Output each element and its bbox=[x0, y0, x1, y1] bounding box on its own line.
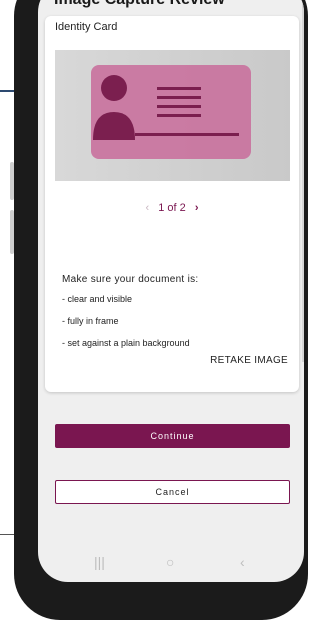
instructions-title: Make sure your document is: bbox=[62, 274, 199, 285]
chevron-left-icon[interactable]: ‹ bbox=[146, 202, 150, 214]
chevron-right-icon[interactable]: › bbox=[195, 202, 199, 214]
continue-button[interactable]: Continue bbox=[55, 424, 290, 448]
image-review-card: Identity Card ‹ 1 of 2 › Make sure your … bbox=[45, 16, 299, 392]
retake-image-button[interactable]: RETAKE IMAGE bbox=[210, 355, 288, 366]
home-icon[interactable]: ○ bbox=[166, 554, 174, 570]
card-title: Identity Card bbox=[55, 21, 118, 33]
back-icon[interactable]: ‹ bbox=[240, 554, 245, 570]
image-pager: ‹ 1 of 2 › bbox=[45, 202, 299, 214]
pager-label: 1 of 2 bbox=[158, 202, 186, 215]
phone-frame: Image Capture Review Identity Card bbox=[14, 0, 308, 620]
recents-icon[interactable]: ||| bbox=[94, 554, 105, 570]
captured-image bbox=[55, 50, 290, 181]
instruction-item: - fully in frame bbox=[62, 316, 119, 326]
id-card-icon bbox=[91, 65, 251, 159]
scrollbar[interactable] bbox=[302, 0, 304, 362]
instructions: Make sure your document is: - clear and … bbox=[62, 274, 199, 360]
system-navigation-bar: ||| ○ ‹ bbox=[38, 550, 304, 580]
instruction-item: - clear and visible bbox=[62, 294, 133, 304]
phone-screen: Image Capture Review Identity Card bbox=[38, 0, 304, 582]
instruction-item: - set against a plain background bbox=[62, 338, 190, 348]
page-title: Image Capture Review bbox=[54, 0, 225, 9]
cancel-button[interactable]: Cancel bbox=[55, 480, 290, 504]
